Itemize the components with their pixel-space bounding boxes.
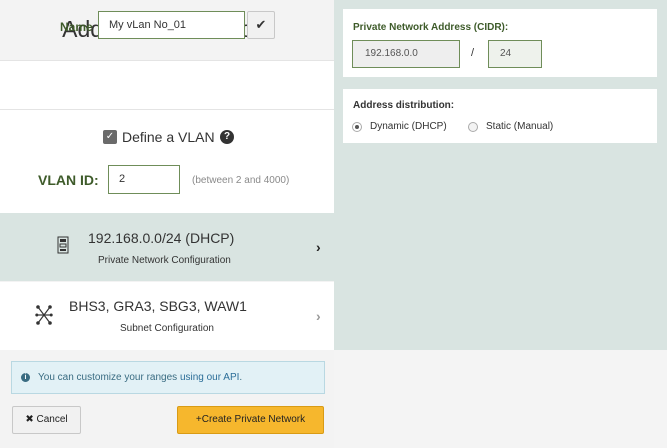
chevron-right-icon[interactable]: › (316, 308, 321, 324)
dhcp-radio[interactable] (352, 122, 362, 132)
define-vlan-label[interactable]: Define a VLAN (122, 129, 215, 145)
api-link[interactable]: using our API (180, 372, 239, 383)
name-label: Name (60, 20, 93, 34)
info-alert: i You can customize your ranges using ou… (11, 361, 325, 394)
distribution-label: Address distribution: (353, 100, 455, 111)
network-config-value: 192.168.0.0/24 (DHCP) (88, 230, 235, 246)
cidr-address-input[interactable]: 192.168.0.0 (352, 40, 460, 68)
dhcp-radio-label[interactable]: Dynamic (DHCP) (370, 121, 447, 132)
subnet-config-value: BHS3, GRA3, SBG3, WAW1 (69, 298, 247, 314)
static-radio-label[interactable]: Static (Manual) (486, 121, 553, 132)
name-panel (0, 60, 334, 110)
vlan-range-hint: (between 2 and 4000) (192, 175, 290, 186)
cidr-label: Private Network Address (CIDR): (353, 22, 509, 33)
help-icon[interactable]: ? (220, 130, 234, 144)
chevron-right-icon[interactable]: › (316, 239, 321, 255)
info-text: You can customize your ranges using our … (38, 372, 243, 383)
cidr-separator: / (471, 47, 475, 59)
vlan-id-input[interactable]: 2 (108, 165, 180, 194)
close-icon: ✖ (25, 414, 34, 425)
vlan-id-label: VLAN ID: (38, 172, 99, 188)
check-icon: ✔ (255, 17, 267, 32)
create-private-network-button[interactable]: +Create Private Network (177, 406, 324, 434)
checkmark-icon: ✓ (105, 131, 115, 142)
private-network-config-item[interactable] (0, 213, 334, 281)
name-input[interactable]: My vLan No_01 (98, 11, 245, 39)
subnet-config-label: Subnet Configuration (120, 323, 214, 334)
distribution-panel (343, 89, 657, 143)
cancel-button[interactable]: ✖ Cancel (12, 406, 81, 434)
info-icon: i (21, 373, 30, 382)
vlan-panel (0, 110, 334, 213)
define-vlan-checkbox[interactable]: ✓ (103, 130, 117, 144)
cidr-mask-input[interactable]: 24 (488, 40, 542, 68)
network-port-icon (57, 236, 69, 254)
network-config-label: Private Network Configuration (98, 255, 231, 266)
static-radio[interactable] (468, 122, 478, 132)
nodes-icon (35, 305, 53, 325)
confirm-name-button[interactable]: ✔ (247, 11, 275, 39)
